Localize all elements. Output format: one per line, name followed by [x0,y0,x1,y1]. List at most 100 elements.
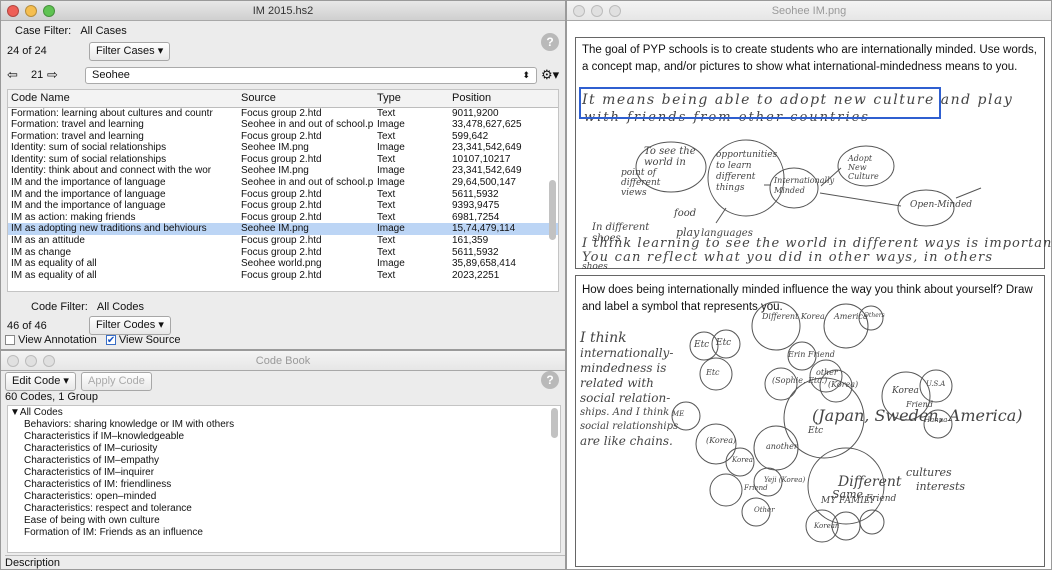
close-window-button[interactable] [7,355,19,367]
view-annotation-checkbox[interactable] [5,335,15,346]
table-row[interactable]: IM and the importance of language Focus g… [8,200,558,212]
bubble-viewpoints: point of different views [621,168,661,198]
tree-code-item[interactable]: Characteristics: open–minded [8,491,560,503]
worksheet-panel-bottom: How does being internationally minded in… [575,275,1045,567]
table-row[interactable]: Formation: travel and learning Focus grou… [8,131,558,143]
chain-label: (Sophie, Etc.) [772,376,828,385]
tree-group-all-codes[interactable]: ▼All Codes [8,407,560,419]
bubble-see-world: To see the world in [644,146,696,168]
apply-code-button[interactable]: Apply Code [81,372,152,391]
column-header-source[interactable]: Source [238,90,374,108]
next-case-arrow-icon[interactable]: ⇨ [47,67,58,83]
cell-type: Text [377,188,396,200]
tree-scrollbar[interactable] [551,408,558,438]
column-header-position[interactable]: Position [449,90,558,108]
case-nav: ⇦ 21 ⇨ Seohee ⬍ ⚙▾ [5,67,561,85]
cell-source: Seohee world.png [241,258,322,270]
cell-source: Focus group 2.htd [241,235,322,247]
cell-source: Seohee IM.png [238,223,374,236]
tree-code-item[interactable]: Ease of being with own culture [8,515,560,527]
cell-type: Image [377,258,405,270]
tree-code-item[interactable]: Characteristics if IM–knowledgeable [8,431,560,443]
previous-case-arrow-icon[interactable]: ⇦ [7,67,18,83]
minimize-window-button[interactable] [25,355,37,367]
table-row[interactable]: IM and the importance of language Focus g… [8,189,558,201]
filter-codes-button[interactable]: Filter Codes ▾ [89,316,171,335]
help-icon[interactable]: ? [541,33,559,51]
cell-source: Focus group 2.htd [241,200,322,212]
view-source-checkbox[interactable]: ✔ [105,335,116,346]
codebook-window: Code Book Edit Code ▾ Apply Code ? 60 Co… [0,350,566,570]
code-filter-label: Code Filter: [31,301,88,313]
cell-code: IM and the importance of language [11,200,166,212]
tree-code-item[interactable]: Formation of IM: Friends as an influence [8,527,560,539]
cell-type: Text [377,130,396,142]
tree-code-item[interactable]: Characteristics of IM–inquirer [8,467,560,479]
column-header-code[interactable]: Code Name [8,90,238,108]
cell-position: 9393,9475 [452,200,500,212]
codebook-titlebar: Code Book [1,351,565,371]
bubble-opportunities: opportunities to learn different things [716,150,778,193]
table-row[interactable]: Formation: travel and learning Seohee in … [8,119,558,131]
chain-label: Korea [732,456,753,464]
zoom-window-button[interactable] [43,5,55,17]
help-icon[interactable]: ? [541,371,559,389]
cell-code: Identity: sum of social relationships [11,142,167,154]
image-titlebar: Seohee IM.png [567,1,1051,21]
column-header-type[interactable]: Type [374,90,449,108]
chain-label: Yeji (Korea) [764,476,806,484]
cell-source: Focus group 2.htd [241,269,322,281]
table-row[interactable]: IM as action: making friends Focus group … [8,212,558,224]
table-row[interactable]: IM as equality of all Focus group 2.htd Te… [8,270,558,282]
tree-code-item[interactable]: Characteristics of IM: friendliness [8,479,560,491]
edit-code-button[interactable]: Edit Code ▾ [5,372,76,391]
minimize-window-button[interactable] [591,5,603,17]
tree-code-item[interactable]: Characteristics of IM–empathy [8,455,560,467]
case-select[interactable]: Seohee ⬍ [85,67,537,84]
coding-selection-box[interactable] [579,87,941,119]
cell-code: Identity: sum of social relationships [11,153,167,165]
tree-code-item[interactable]: Characteristics of IM–curiosity [8,443,560,455]
cell-position: 9011,9200 [452,107,499,119]
zoom-window-button[interactable] [43,355,55,367]
cell-code: Formation: learning about cultures and c… [11,107,213,119]
cell-position: 5611,5932 [452,188,499,200]
table-row[interactable]: IM as equality of all Seohee world.png Ima… [8,258,558,270]
cell-type: Text [377,107,396,119]
disclosure-triangle-icon[interactable]: ▼ [10,407,20,418]
table-row[interactable]: Identity: sum of social relationships Foc… [8,154,558,166]
table-row[interactable]: IM as an attitude Focus group 2.htd Text 16… [8,235,558,247]
code-filter-area: Code Filter: All Codes [31,301,144,313]
table-row[interactable]: IM as change Focus group 2.htd Text 5611,59… [8,247,558,259]
table-row[interactable]: Formation: learning about cultures and c… [8,107,558,119]
table-row[interactable]: Identity: sum of social relationships Seo… [8,142,558,154]
image-window: Seohee IM.png The goal of PYP schools is… [566,0,1052,570]
chain-label: Etc [706,368,720,377]
table-row[interactable]: IM as adopting new traditions and behvio… [8,223,558,236]
close-window-button[interactable] [7,5,19,17]
close-window-button[interactable] [573,5,585,17]
minimize-window-button[interactable] [25,5,37,17]
chain-label: (Korea) [706,436,737,445]
dropdown-arrow-icon: ▾ [63,375,69,387]
cell-code: IM and the importance of language [11,188,166,200]
cell-source: Focus group 2.htd [241,211,322,223]
bubble-internationally-minded: Internationally Minded [774,176,835,195]
table-row[interactable]: Identity: think about and connect with t… [8,165,558,177]
tree-code-item[interactable]: Characteristics: respect and tolerance [8,503,560,515]
tree-code-item[interactable]: Behaviors: sharing knowledge or IM with … [8,419,560,431]
table-row[interactable]: IM and the importance of language Seohee … [8,177,558,189]
cell-code: IM as an attitude [11,235,85,247]
chain-label: (Korea) [828,380,859,389]
gear-icon[interactable]: ⚙▾ [541,67,559,83]
main-window: IM 2015.hs2 Case Filter: All Cases 24 of… [0,0,566,350]
table-scrollbar[interactable] [549,180,556,240]
zoom-window-button[interactable] [609,5,621,17]
chain-label: interests [916,480,966,493]
filter-cases-button[interactable]: Filter Cases ▾ [89,42,171,61]
chain-label: U.S.A [926,380,946,388]
view-options: View Annotation ✔ View Source [5,334,180,346]
cell-position: 2023,2251 [452,269,500,281]
cell-source: Focus group 2.htd [241,188,322,200]
chain-label: another [766,442,798,451]
